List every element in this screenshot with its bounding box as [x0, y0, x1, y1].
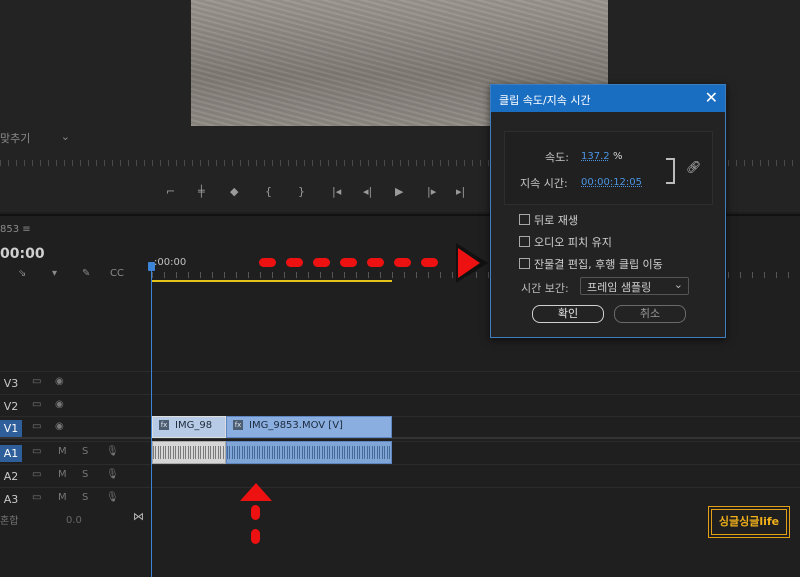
bow-tie-icon[interactable]: ⋈: [133, 510, 144, 523]
chain-link-icon[interactable]: 🔗︎: [686, 160, 701, 174]
audio-waveform: [153, 446, 225, 459]
speed-unit: %: [613, 151, 623, 162]
audio-clip[interactable]: [226, 441, 392, 464]
link-bracket: [666, 158, 675, 184]
mix-track-label: 혼합: [0, 516, 19, 527]
mark-out-bracket-icon[interactable]: }: [298, 185, 305, 198]
watermark-logo: 싱글싱글life: [708, 506, 790, 538]
track-row-a2: A2 ▭ M S 🎙︎: [0, 464, 800, 487]
track-split-divider[interactable]: [0, 437, 800, 439]
mix-volume-value[interactable]: 0.0: [66, 515, 82, 526]
snap-icon[interactable]: ⇘: [18, 268, 26, 279]
audio-clip[interactable]: [152, 441, 226, 464]
sync-lock-icon[interactable]: ▭: [32, 469, 41, 480]
play-icon[interactable]: ▶: [395, 185, 403, 198]
checkbox-box[interactable]: [519, 236, 530, 247]
sequence-tab[interactable]: 853 ≡: [0, 224, 31, 235]
speed-duration-group: [504, 131, 713, 205]
track-row-a1: A1 ▭ M S 🎙︎: [0, 441, 800, 464]
go-to-in-icon[interactable]: |◂: [332, 185, 341, 198]
chevron-down-icon: ⌄: [60, 130, 70, 143]
sync-lock-icon[interactable]: ▭: [32, 446, 41, 457]
duration-label: 지속 시간:: [520, 177, 568, 190]
checkbox-box[interactable]: [519, 214, 530, 225]
eye-icon[interactable]: ◉: [55, 399, 64, 410]
dialog-title-bar[interactable]: 클립 속도/지속 시간 ✕: [491, 85, 725, 112]
checkbox-label: 잔물결 편집, 후행 클립 이동: [534, 258, 663, 271]
speed-value[interactable]: 137.2: [581, 151, 610, 162]
maintain-audio-pitch-checkbox[interactable]: 오디오 피치 유지: [519, 235, 719, 249]
checkbox-label: 오디오 피치 유지: [534, 236, 612, 249]
playhead-handle[interactable]: [148, 262, 155, 271]
track-label-v2[interactable]: V2: [0, 398, 22, 415]
work-area-bar[interactable]: [152, 280, 392, 282]
add-marker-icon[interactable]: ▾: [52, 268, 57, 279]
track-row-v1: V1 ▭ ◉: [0, 416, 800, 439]
mute-button[interactable]: M: [58, 469, 67, 480]
mark-in-bracket-icon[interactable]: {: [265, 185, 272, 198]
annotation-arrow-right: [259, 243, 489, 283]
playhead-line[interactable]: [151, 262, 152, 577]
time-interpolation-label: 시간 보간:: [521, 282, 569, 295]
clip-name: IMG_9853.MOV [V]: [249, 420, 343, 431]
track-label-v3[interactable]: V3: [0, 375, 22, 392]
mute-button[interactable]: M: [58, 446, 67, 457]
ruler-start-time: :00:00: [154, 257, 187, 268]
sync-lock-icon[interactable]: ▭: [32, 399, 41, 410]
captions-icon[interactable]: CC: [110, 268, 124, 279]
track-row-v3: V3 ▭ ◉: [0, 371, 800, 394]
reverse-speed-checkbox[interactable]: 뒤로 재생: [519, 213, 719, 227]
sync-lock-icon[interactable]: ▭: [32, 492, 41, 503]
video-clip[interactable]: fx IMG_98: [152, 416, 226, 438]
video-clip[interactable]: fx IMG_9853.MOV [V]: [226, 416, 392, 438]
track-label-v1[interactable]: V1: [0, 420, 22, 437]
microphone-icon[interactable]: 🎙︎: [106, 469, 119, 480]
mute-button[interactable]: M: [58, 492, 67, 503]
marker-icon[interactable]: ◆: [230, 185, 238, 198]
solo-button[interactable]: S: [82, 446, 88, 457]
eye-icon[interactable]: ◉: [55, 421, 64, 432]
duration-value[interactable]: 00:00:12:05: [581, 177, 642, 188]
track-label-a2[interactable]: A2: [0, 468, 22, 485]
track-row-a3: A3 ▭ M S 🎙︎: [0, 487, 800, 510]
mark-in-icon[interactable]: ╪: [198, 185, 205, 198]
solo-button[interactable]: S: [82, 492, 88, 503]
track-row-v2: V2 ▭ ◉: [0, 394, 800, 417]
ok-button[interactable]: 확인: [532, 305, 604, 323]
wrench-icon[interactable]: ✎: [82, 268, 90, 279]
track-label-a3[interactable]: A3: [0, 491, 22, 508]
fx-badge-icon: fx: [233, 420, 243, 430]
checkbox-label: 뒤로 재생: [534, 214, 578, 227]
cancel-button[interactable]: 취소: [614, 305, 686, 323]
dialog-title: 클립 속도/지속 시간: [499, 94, 591, 107]
add-marker-icon[interactable]: ⌐: [166, 185, 175, 198]
audio-waveform: [227, 446, 391, 459]
microphone-icon[interactable]: 🎙︎: [106, 492, 119, 503]
fx-badge-icon: fx: [159, 420, 169, 430]
fit-zoom-label: 맞추기: [0, 132, 31, 145]
step-back-icon[interactable]: ◂|: [363, 185, 372, 198]
solo-button[interactable]: S: [82, 469, 88, 480]
go-to-out-icon[interactable]: ▸|: [456, 185, 465, 198]
time-interpolation-select[interactable]: 프레임 샘플링 ⌄: [580, 277, 689, 295]
microphone-icon[interactable]: 🎙︎: [106, 446, 119, 457]
close-icon[interactable]: ✕: [705, 88, 718, 107]
chevron-down-icon: ⌄: [673, 278, 683, 291]
annotation-arrow-up: [236, 483, 276, 548]
eye-icon[interactable]: ◉: [55, 376, 64, 387]
step-forward-icon[interactable]: |▸: [427, 185, 436, 198]
transport-controls: ⌐ ╪ ◆ { } |◂ ◂| ▶ |▸ ▸|: [160, 185, 480, 203]
fit-zoom-select[interactable]: 맞추기 ⌄: [0, 130, 74, 145]
clip-speed-duration-dialog: 클립 속도/지속 시간 ✕ 속도: 137.2 % 지속 시간: 00:00:1…: [490, 84, 726, 338]
sync-lock-icon[interactable]: ▭: [32, 421, 41, 432]
speed-label: 속도:: [545, 151, 569, 164]
sync-lock-icon[interactable]: ▭: [32, 376, 41, 387]
ripple-edit-checkbox[interactable]: 잔물결 편집, 후행 클립 이동: [519, 257, 719, 271]
timeline-timecode[interactable]: 00:00: [0, 246, 45, 262]
checkbox-box[interactable]: [519, 258, 530, 269]
track-label-a1[interactable]: A1: [0, 445, 22, 462]
clip-name: IMG_98: [175, 420, 213, 431]
time-interpolation-value: 프레임 샘플링: [587, 281, 652, 294]
